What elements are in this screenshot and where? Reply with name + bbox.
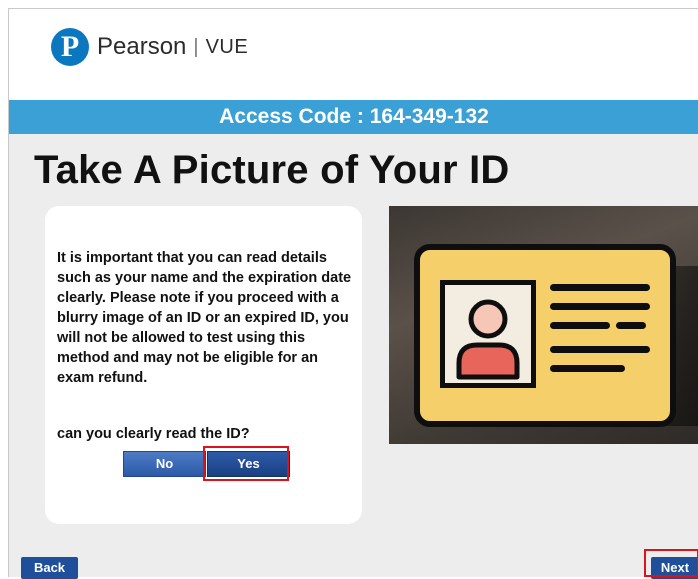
logo-brand: Pearson bbox=[97, 33, 187, 60]
yes-button[interactable]: Yes bbox=[207, 451, 290, 477]
avatar-icon bbox=[456, 299, 520, 380]
id-line bbox=[550, 346, 650, 353]
pearson-logo-icon: P bbox=[51, 28, 89, 66]
id-line bbox=[550, 322, 610, 329]
no-button[interactable]: No bbox=[123, 451, 206, 477]
id-line bbox=[616, 322, 646, 329]
pearson-vue-logo: P Pearson | VUE bbox=[51, 28, 248, 66]
id-line bbox=[550, 303, 650, 310]
header: P Pearson | VUE bbox=[9, 9, 698, 100]
id-photo-frame bbox=[440, 280, 536, 388]
camera-preview bbox=[389, 206, 698, 444]
logo-product: VUE bbox=[205, 35, 249, 58]
id-text-lines bbox=[550, 284, 650, 384]
id-card-icon bbox=[414, 244, 676, 427]
access-code-bar: Access Code : 164-349-132 bbox=[9, 100, 698, 134]
page-title: Take A Picture of Your ID bbox=[34, 148, 510, 192]
logo-separator: | bbox=[193, 35, 199, 58]
instruction-card: It is important that you can read detail… bbox=[45, 206, 362, 524]
instruction-text: It is important that you can read detail… bbox=[57, 250, 352, 386]
exam-window: P Pearson | VUE Access Code : 164-349-13… bbox=[8, 8, 698, 579]
confirm-question: can you clearly read the ID? bbox=[57, 426, 250, 442]
id-line bbox=[550, 365, 625, 372]
id-line bbox=[550, 284, 650, 291]
